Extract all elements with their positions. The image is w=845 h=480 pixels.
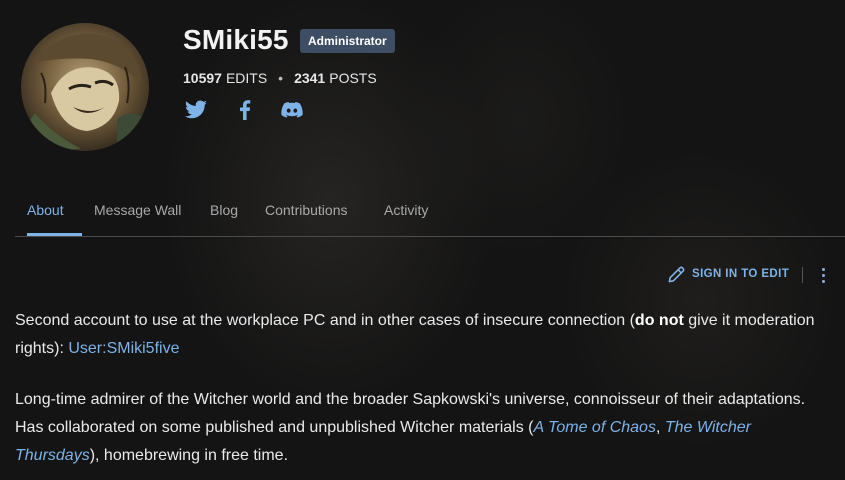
- about-text: ), homebrewing in free time.: [89, 447, 289, 464]
- tab-activity[interactable]: Activity: [384, 196, 428, 236]
- username: SMiki55: [183, 24, 289, 55]
- user-profile-page: SMiki55 Administrator 10597 EDITS • 2341…: [0, 0, 845, 480]
- tab-contributions[interactable]: Contributions: [265, 196, 348, 236]
- posts-label: POSTS: [329, 70, 377, 86]
- tab-about[interactable]: About: [27, 196, 82, 236]
- action-divider: [802, 267, 803, 283]
- about-text: ,: [655, 419, 665, 436]
- avatar[interactable]: [21, 23, 149, 151]
- sign-in-to-edit-button[interactable]: SIGN IN TO EDIT: [667, 264, 789, 284]
- tome-of-chaos-link[interactable]: A Tome of Chaos: [534, 419, 656, 436]
- twitter-icon[interactable]: [183, 98, 209, 122]
- more-vertical-icon[interactable]: [816, 266, 830, 286]
- user-stats: 10597 EDITS • 2341 POSTS: [183, 70, 377, 86]
- about-paragraph-2: Long-time admirer of the Witcher world a…: [15, 386, 830, 470]
- user-link[interactable]: User:SMiki5five: [68, 340, 179, 357]
- stats-separator: •: [278, 70, 284, 86]
- edits-label: EDITS: [225, 70, 268, 86]
- emphasis-text: do not: [634, 312, 684, 329]
- profile-tabs: About Message Wall Blog Contributions Ac…: [15, 196, 845, 237]
- administrator-badge: Administrator: [300, 29, 395, 53]
- pencil-icon: [668, 266, 685, 282]
- discord-icon[interactable]: [279, 98, 305, 122]
- about-text: Second account to use at the workplace P…: [15, 312, 635, 329]
- sign-in-to-edit-label: SIGN IN TO EDIT: [692, 268, 790, 280]
- tab-blog[interactable]: Blog: [210, 196, 238, 236]
- about-paragraph-1: Second account to use at the workplace P…: [15, 307, 830, 363]
- tab-message-wall[interactable]: Message Wall: [94, 196, 181, 236]
- posts-count: 2341: [294, 70, 326, 86]
- edits-count: 10597: [183, 70, 222, 86]
- facebook-icon[interactable]: [232, 98, 258, 122]
